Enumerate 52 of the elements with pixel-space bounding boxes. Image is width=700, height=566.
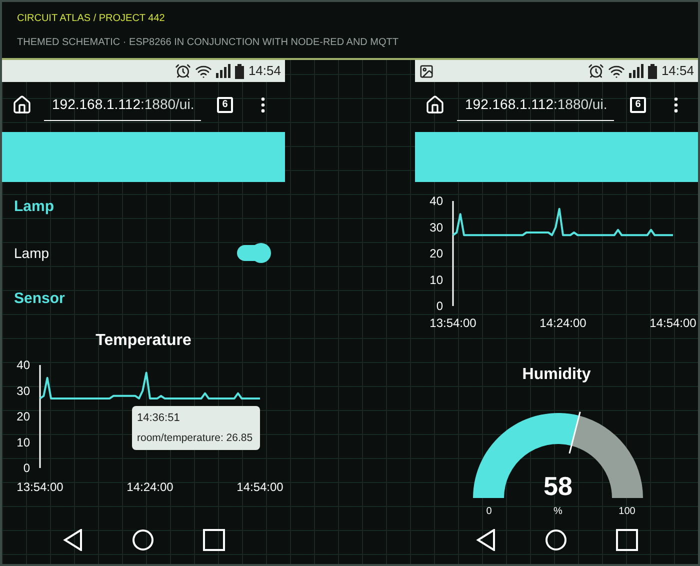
clock-time: 14:54 (661, 62, 694, 80)
signal-icon (629, 64, 644, 78)
home-icon[interactable] (12, 95, 32, 115)
home-icon[interactable] (425, 95, 445, 115)
group-heading: Lamp (14, 196, 54, 217)
battery-icon (235, 64, 244, 78)
alarm-icon (175, 63, 192, 79)
tooltip-value: room/temperature: 26.85 (137, 430, 254, 446)
y-tick-label: 0 (436, 299, 443, 313)
subtitle: THEMED SCHEMATIC · ESP8266 IN CONJUNCTION WITH NODE-RED AND MQTT (17, 36, 400, 50)
y-tick-label: 10 (16, 435, 30, 450)
x-tick-label: 14:54:00 (236, 480, 284, 494)
gauge-value: 58 (543, 471, 572, 501)
x-tick-label: 14:24:00 (126, 480, 174, 494)
recents-button[interactable] (202, 529, 224, 551)
battery-icon (648, 64, 658, 78)
gauge-needle (568, 412, 580, 454)
lamp-switch[interactable] (237, 245, 269, 261)
y-tick-label: 30 (430, 220, 443, 234)
url-field[interactable]: 192.168.1.112:1880/ui. (44, 89, 201, 121)
chart-title: Temperature (96, 331, 192, 351)
tab-count[interactable]: 6 (217, 97, 233, 113)
gauge-max: 100 (618, 506, 635, 517)
x-tick-label: 13:54:00 (430, 316, 476, 330)
y-tick-label: 20 (16, 410, 30, 424)
x-tick-label: 13:54:00 (16, 480, 64, 494)
gauge-title: Humidity (522, 365, 591, 383)
y-tick-label: 40 (430, 194, 443, 208)
home-button[interactable] (544, 529, 566, 551)
recents-button[interactable] (616, 529, 638, 551)
y-tick-label: 30 (16, 384, 30, 398)
x-tick-label: 14:54:00 (650, 316, 696, 330)
gauge-min: 0 (486, 506, 492, 517)
y-tick-label: 20 (430, 246, 443, 260)
back-button[interactable] (62, 529, 82, 551)
signal-icon (216, 64, 232, 78)
x-tick-label: 14:24:00 (540, 316, 586, 330)
alarm-icon (588, 63, 604, 79)
breadcrumb: CIRCUIT ATLAS / PROJECT 442 (17, 12, 166, 26)
home-button[interactable] (132, 529, 154, 551)
image-icon (419, 64, 434, 78)
group-heading: Sensor (14, 288, 65, 309)
back-button[interactable] (476, 529, 496, 551)
switch-label: Lamp (14, 244, 50, 263)
tooltip-time: 14:36:51 (137, 411, 181, 426)
gauge-unit: % (553, 506, 562, 517)
tab-count[interactable]: 6 (630, 97, 646, 113)
y-tick-label: 40 (16, 358, 30, 372)
url-field[interactable]: 192.168.1.112:1880/ui. (457, 89, 614, 121)
y-tick-label: 0 (23, 461, 30, 475)
clock-time: 14:54 (248, 62, 281, 80)
y-tick-label: 10 (430, 272, 443, 287)
